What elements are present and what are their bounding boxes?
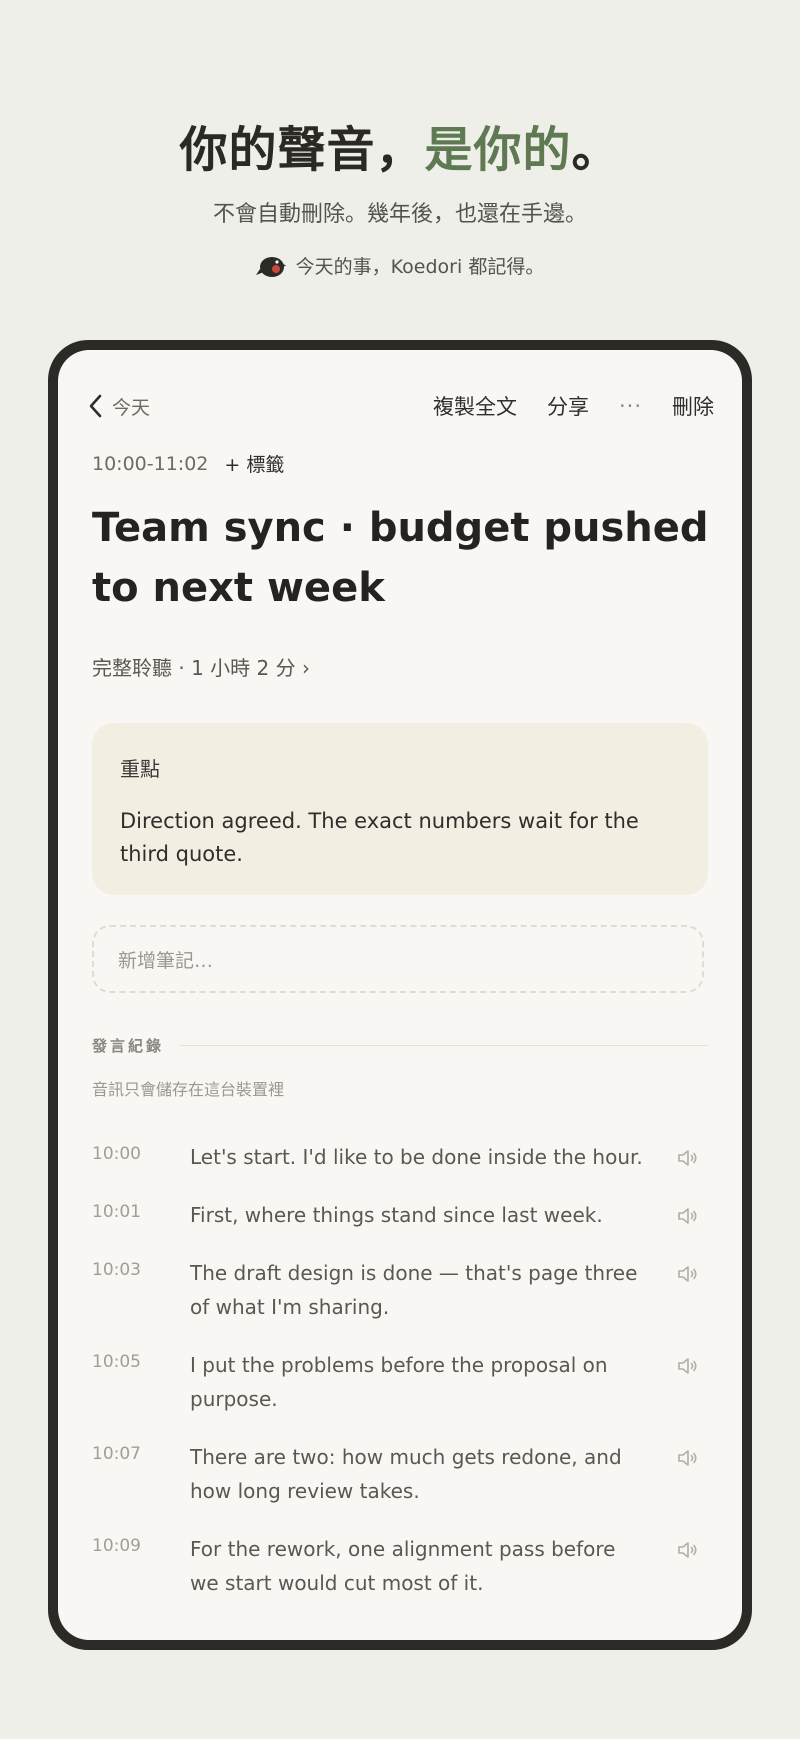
hero-tagline: 今天的事，Koedori 都記得。	[0, 252, 800, 279]
highlight-label: 重點	[120, 757, 160, 781]
entry-title: Team sync · budget pushed to next week	[92, 505, 709, 611]
transcript-row: 10:07 There are two: how much gets redone…	[92, 1440, 712, 1508]
transcript-time: 10:09	[92, 1536, 141, 1556]
speaker-icon[interactable]	[676, 1538, 700, 1562]
transcript-text: For the rework, one alignment pass befor…	[190, 1537, 616, 1595]
transcript-time: 10:03	[92, 1260, 141, 1280]
transcript-time: 10:05	[92, 1352, 141, 1372]
highlight-body: Direction agreed. The exact numbers wait…	[120, 809, 639, 866]
transcript-row: 10:01 First, where things stand since las…	[92, 1198, 712, 1232]
copy-all-button[interactable]: 複製全文	[433, 391, 517, 421]
hero-title-end: 。	[571, 122, 621, 178]
back-button[interactable]: 今天	[88, 386, 150, 426]
hero-title: 你的聲音，是你的。	[0, 110, 800, 180]
hero-title-accent: 是你的	[424, 122, 572, 178]
delete-button[interactable]: 刪除	[672, 391, 714, 421]
hero-subtitle: 不會自動刪除。幾年後，也還在手邊。	[212, 202, 587, 227]
transcript-row: 10:09 For the rework, one alignment pass …	[92, 1532, 712, 1600]
transcript-time: 10:00	[92, 1144, 141, 1164]
chevron-left-icon	[89, 394, 102, 418]
time-range: 10:00-11:02	[92, 452, 209, 475]
transcript-heading: 發言紀錄	[92, 1037, 165, 1055]
transcript-list: 10:00 Let's start. I'd like to be done in…	[92, 1140, 712, 1624]
more-button[interactable]: ···	[619, 394, 642, 418]
back-label: 今天	[112, 396, 151, 419]
transcript-row: 10:03 The draft design is done — that's p…	[92, 1256, 712, 1324]
highlight-card: 重點 Direction agreed. The exact numbers w…	[92, 723, 708, 895]
action-bar: 複製全文 分享 ··· 刪除	[433, 386, 714, 426]
entry-meta: 10:00-11:02 + 標籤	[92, 450, 284, 477]
speaker-icon[interactable]	[676, 1204, 700, 1228]
top-bar: 今天 複製全文 分享 ··· 刪除	[58, 386, 742, 426]
transcript-time: 10:07	[92, 1444, 141, 1464]
transcript-text: Let's start. I'd like to be done inside …	[190, 1145, 643, 1169]
speaker-icon[interactable]	[676, 1146, 700, 1170]
speaker-icon[interactable]	[676, 1446, 700, 1470]
entry-screen: 今天 複製全文 分享 ··· 刪除 10:00-11:02 + 標籤 Team …	[58, 350, 742, 1640]
hero-title-main: 你的聲音，	[179, 122, 425, 178]
transcript-row: 10:00 Let's start. I'd like to be done in…	[92, 1140, 712, 1174]
speaker-icon[interactable]	[676, 1354, 700, 1378]
transcript-header: 發言紀錄	[92, 1035, 708, 1056]
transcript-time: 10:01	[92, 1202, 141, 1222]
transcript-text: First, where things stand since last wee…	[190, 1203, 603, 1227]
transcript-text: The draft design is done — that's page t…	[190, 1261, 638, 1319]
add-note-field[interactable]: 新增筆記…	[92, 925, 704, 993]
transcript-row: 10:05 I put the problems before the propo…	[92, 1348, 712, 1416]
transcript-text: I put the problems before the proposal o…	[190, 1353, 608, 1411]
phone-frame: 今天 複製全文 分享 ··· 刪除 10:00-11:02 + 標籤 Team …	[48, 340, 752, 1650]
share-button[interactable]: 分享	[547, 391, 589, 421]
divider	[180, 1045, 708, 1046]
speaker-icon[interactable]	[676, 1262, 700, 1286]
bird-icon	[255, 256, 286, 277]
listen-full-link[interactable]: 完整聆聽 · 1 小時 2 分 ›	[92, 652, 310, 681]
hero-tagline-text: 今天的事，Koedori 都記得。	[295, 256, 545, 278]
add-tag-button[interactable]: + 標籤	[224, 450, 284, 477]
storage-note: 音訊只會儲存在這台裝置裡	[92, 1080, 285, 1099]
transcript-text: There are two: how much gets redone, and…	[190, 1445, 622, 1503]
